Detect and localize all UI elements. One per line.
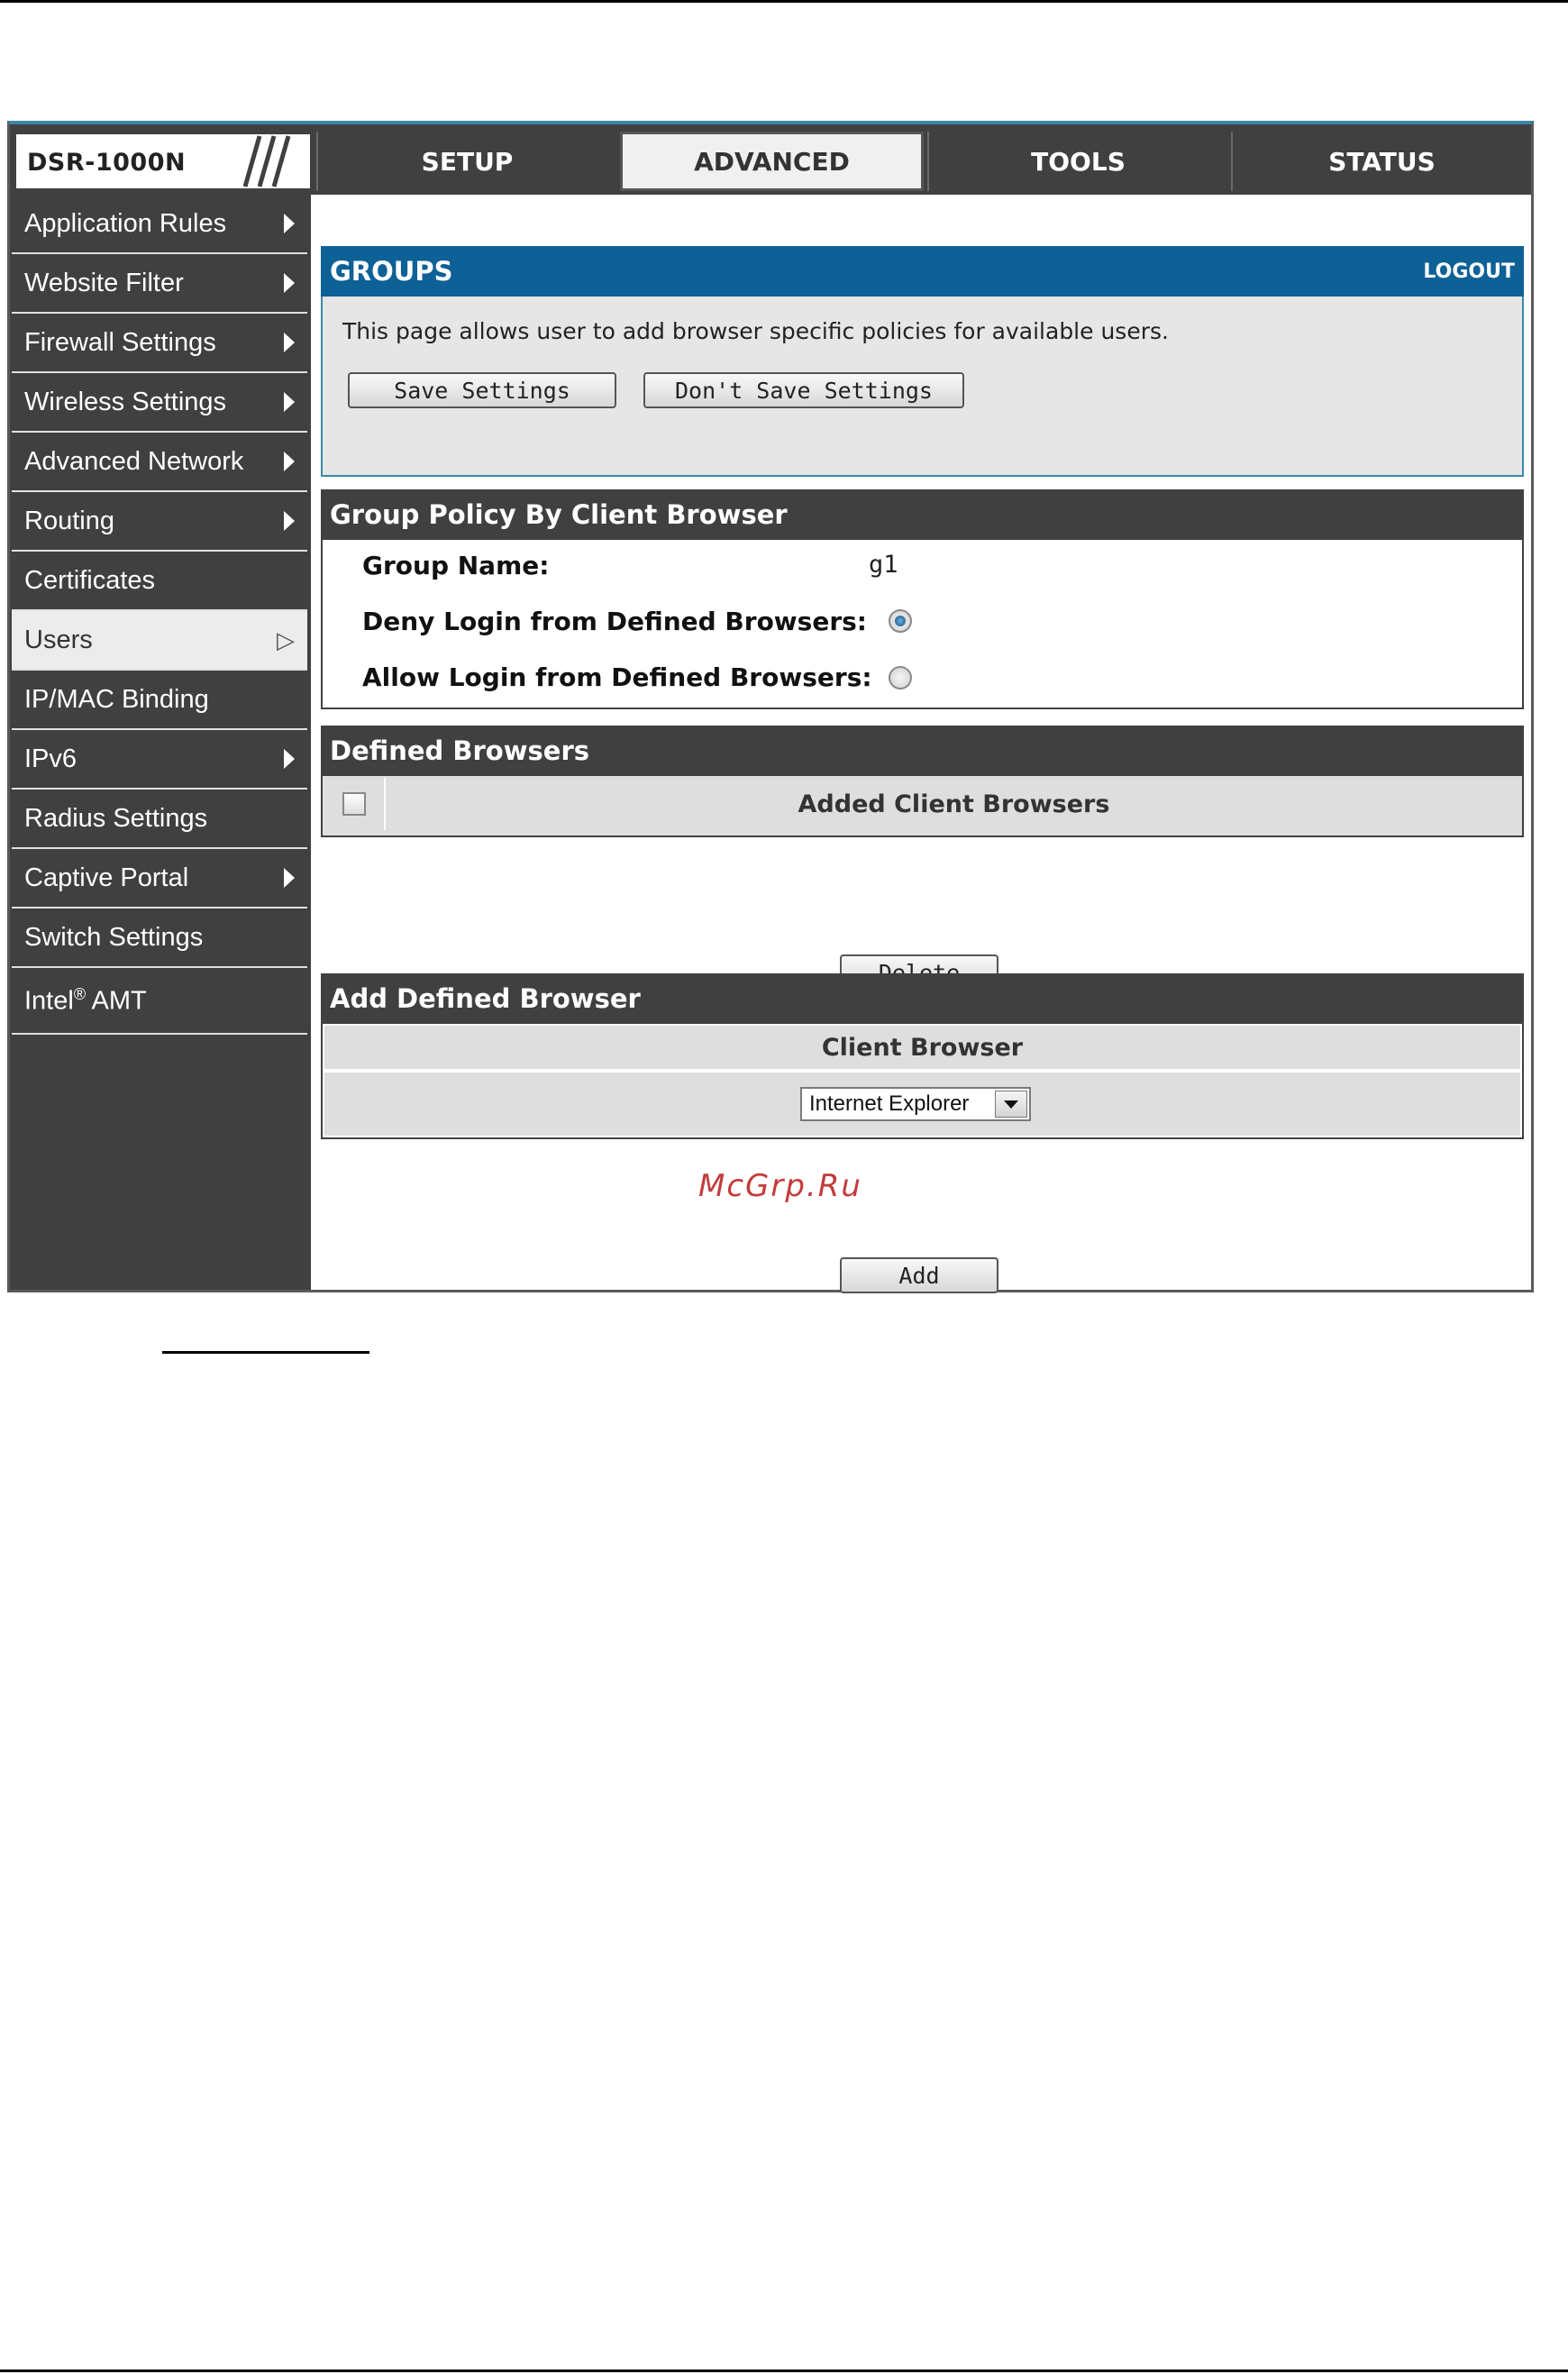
chevron-right-icon [284, 333, 295, 352]
logo-slash-icon [242, 135, 291, 187]
main-content: GROUPS LOGOUT This page allows user to a… [321, 195, 1524, 1293]
client-browser-selected: Internet Explorer [809, 1091, 970, 1116]
sidebar-item-routing[interactable]: Routing [12, 492, 307, 552]
sidebar-item-label: IP/MAC Binding [24, 684, 209, 714]
dont-save-settings-button[interactable]: Don't Save Settings [643, 372, 964, 408]
defined-browsers-table: Added Client Browsers [321, 776, 1524, 837]
chevron-right-icon [284, 392, 295, 412]
sidebar-item-label: Users [24, 625, 93, 654]
sidebar-item-wireless-settings[interactable]: Wireless Settings [12, 373, 307, 433]
client-browser-select[interactable]: Internet Explorer [800, 1087, 1031, 1121]
sidebar-item-intel-amt[interactable]: Intel® AMT [12, 968, 307, 1035]
tab-setup[interactable]: SETUP [316, 132, 616, 191]
watermark: McGrp.Ru [698, 1168, 862, 1204]
group-policy-panel: Group Name: g1 Deny Login from Defined B… [321, 540, 1524, 709]
sidebar-item-label: Captive Portal [24, 863, 189, 892]
sidebar-item-label: Switch Settings [24, 922, 204, 952]
sidebar-item-users[interactable]: Users ▷ [12, 611, 307, 671]
sidebar-item-advanced-network[interactable]: Advanced Network [12, 433, 307, 492]
save-settings-button[interactable]: Save Settings [348, 372, 616, 408]
group-name-value: g1 [869, 551, 898, 579]
deny-login-radio[interactable] [889, 609, 912, 633]
sidebar-item-firewall-settings[interactable]: Firewall Settings [12, 314, 307, 373]
sidebar-item-application-rules[interactable]: Application Rules [12, 195, 307, 254]
sidebar: Application Rules Website Filter Firewal… [10, 195, 311, 1290]
client-browser-header: Client Browser [324, 1026, 1520, 1069]
deny-login-label: Deny Login from Defined Browsers: [362, 607, 867, 636]
allow-login-label: Allow Login from Defined Browsers: [362, 662, 872, 692]
model-logo: DSR-1000N [14, 132, 313, 191]
chevron-right-icon [284, 749, 295, 769]
chevron-right-icon [284, 214, 295, 233]
sidebar-item-label: Radius Settings [24, 803, 208, 833]
sidebar-item-label: Firewall Settings [24, 327, 216, 357]
add-browser-table: Client Browser Internet Explorer [321, 1024, 1524, 1139]
defined-browsers-title: Defined Browsers [330, 735, 590, 766]
tab-status[interactable]: STATUS [1231, 132, 1531, 191]
sidebar-item-captive-portal[interactable]: Captive Portal [12, 849, 307, 909]
bottom-rule [0, 2369, 1568, 2372]
top-nav-bar: DSR-1000N SETUP ADVANCED TOOLS STATUS [10, 124, 1531, 195]
sidebar-item-label: Website Filter [24, 268, 184, 297]
registered-mark: ® [73, 984, 87, 1003]
sidebar-item-certificates[interactable]: Certificates [12, 552, 307, 611]
model-name: DSR-1000N [27, 149, 187, 177]
sidebar-item-label: Wireless Settings [24, 387, 227, 416]
client-browser-row: Internet Explorer [324, 1073, 1520, 1136]
chevron-right-icon [284, 511, 295, 531]
sidebar-item-ipv6[interactable]: IPv6 [12, 730, 307, 790]
top-rule [0, 0, 1568, 3]
sidebar-item-label: Application Rules [24, 208, 227, 238]
sidebar-item-ip-mac-binding[interactable]: IP/MAC Binding [12, 671, 307, 730]
sidebar-item-label: Routing [24, 506, 114, 535]
sidebar-item-switch-settings[interactable]: Switch Settings [12, 909, 307, 968]
sidebar-item-radius-settings[interactable]: Radius Settings [12, 790, 307, 849]
dropdown-arrow-icon[interactable] [995, 1091, 1027, 1118]
logout-link[interactable]: LOGOUT [1423, 260, 1515, 283]
groups-header: GROUPS LOGOUT [321, 246, 1524, 297]
chevron-right-icon [284, 452, 295, 471]
tab-advanced[interactable]: ADVANCED [620, 132, 924, 191]
main-tabs: SETUP ADVANCED TOOLS STATUS [313, 132, 1531, 191]
select-all-cell [324, 778, 386, 830]
sidebar-item-label: Intel® AMT [24, 985, 147, 1017]
add-defined-browser-title: Add Defined Browser [330, 983, 641, 1014]
groups-panel: This page allows user to add browser spe… [321, 297, 1524, 477]
group-policy-header: Group Policy By Client Browser [321, 489, 1524, 540]
group-name-label: Group Name: [362, 551, 550, 580]
sidebar-item-label: Advanced Network [24, 446, 244, 476]
sidebar-item-website-filter[interactable]: Website Filter [12, 254, 307, 314]
sidebar-item-label: Certificates [24, 565, 156, 595]
intel-label: Intel [24, 986, 74, 1016]
group-policy-title: Group Policy By Client Browser [330, 499, 788, 530]
select-all-checkbox[interactable] [342, 792, 366, 816]
footnote-rule [162, 1351, 369, 1354]
added-client-browsers-header: Added Client Browsers [387, 778, 1520, 830]
add-button[interactable]: Add [840, 1257, 998, 1293]
chevron-right-icon [284, 273, 295, 293]
router-ui-frame: DSR-1000N SETUP ADVANCED TOOLS STATUS Ap… [7, 121, 1534, 1293]
sidebar-item-label: IPv6 [24, 744, 77, 773]
page-description: This page allows user to add browser spe… [342, 318, 1169, 344]
tab-tools[interactable]: TOOLS [927, 132, 1227, 191]
chevron-right-outline-icon: ▷ [277, 625, 295, 653]
amt-label: AMT [86, 986, 147, 1016]
groups-title: GROUPS [330, 256, 453, 287]
add-defined-browser-header: Add Defined Browser [321, 973, 1524, 1024]
defined-browsers-header: Defined Browsers [321, 726, 1524, 776]
chevron-right-icon [284, 868, 295, 888]
allow-login-radio[interactable] [889, 666, 912, 689]
